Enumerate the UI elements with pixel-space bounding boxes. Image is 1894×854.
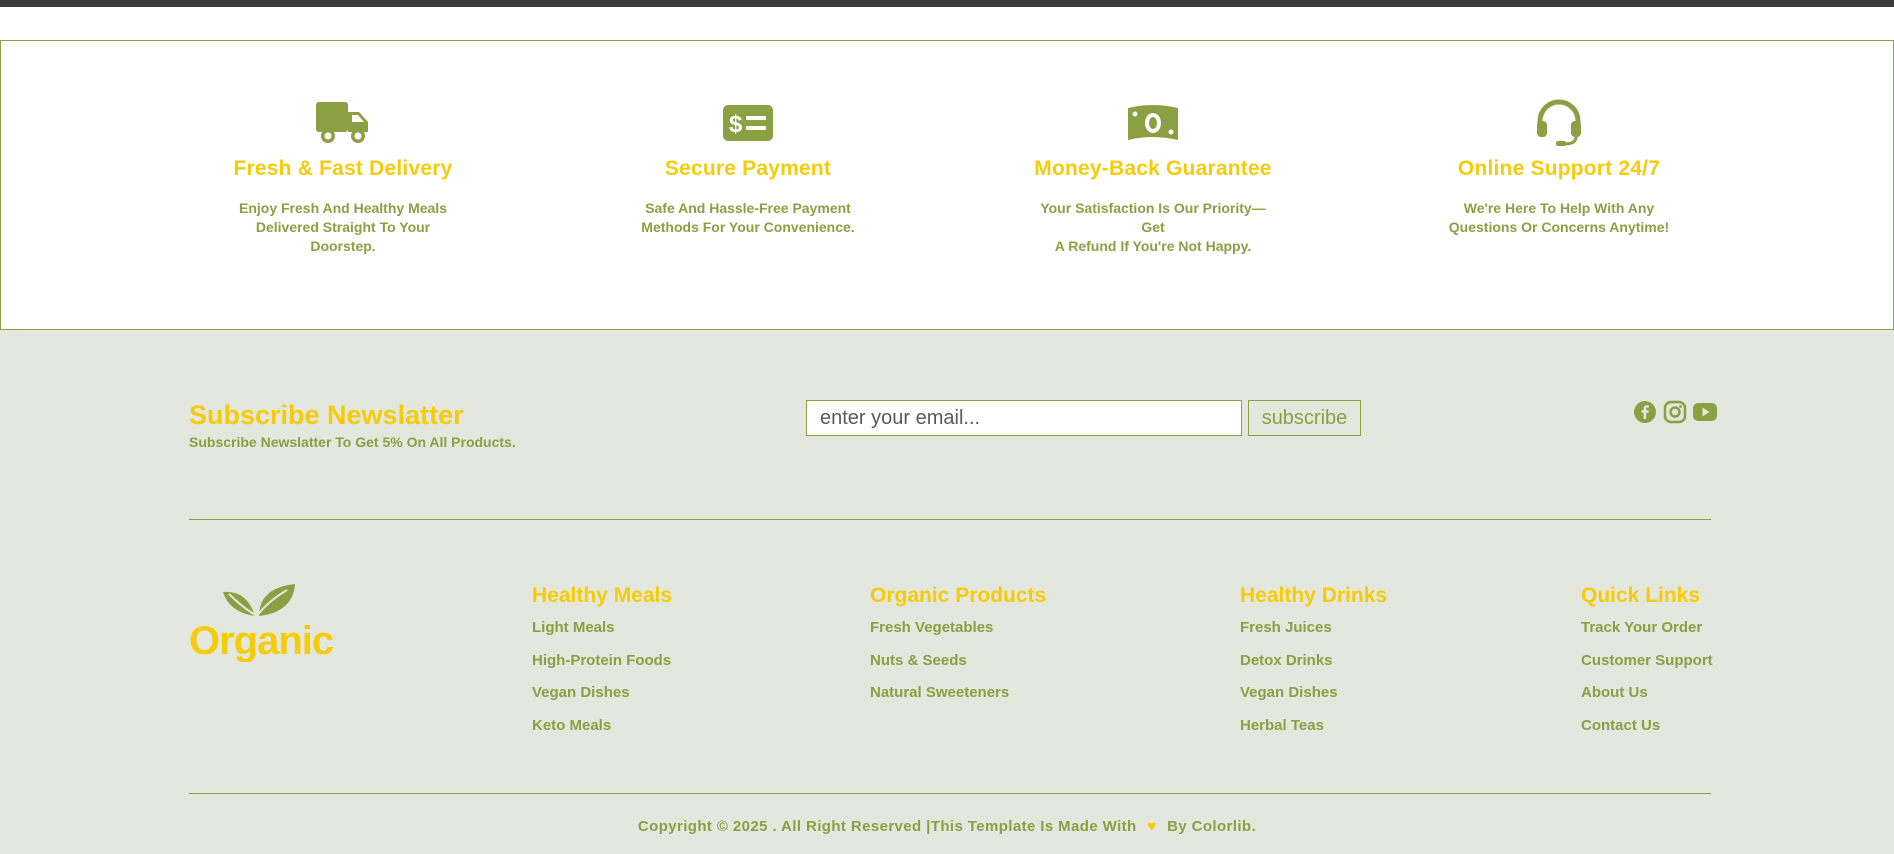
copyright-credit: By Colorlib.: [1167, 818, 1257, 835]
newsletter-title: Subscribe Newslatter: [189, 400, 464, 430]
headset-icon: [1399, 99, 1719, 147]
footer-link[interactable]: Contact Us: [1581, 715, 1713, 748]
footer-divider: [189, 519, 1711, 520]
feature-desc-line: Your Satisfaction Is Our Priority—Get: [1040, 200, 1266, 235]
footer-column-healthy-meals: Healthy Meals Light Meals High-Protein F…: [532, 584, 672, 747]
features-section: Fresh & Fast Delivery Enjoy Fresh And He…: [0, 40, 1894, 330]
footer-link[interactable]: Nuts & Seeds: [870, 650, 1046, 683]
payment-card-icon: $: [588, 99, 908, 147]
footer-link[interactable]: Keto Meals: [532, 715, 672, 748]
feature-title: Online Support 24/7: [1457, 157, 1661, 180]
footer-divider: [189, 793, 1711, 794]
email-input[interactable]: [806, 400, 1242, 436]
feature-title: Fresh & Fast Delivery: [233, 157, 453, 180]
footer-column-organic-products: Organic Products Fresh Vegetables Nuts &…: [870, 584, 1046, 715]
social-links: [1632, 399, 1718, 425]
column-title: Organic Products: [870, 584, 1047, 607]
feature-desc-line: Enjoy Fresh And Healthy Meals: [239, 200, 447, 216]
subscribe-button[interactable]: subscribe: [1248, 400, 1361, 436]
footer-link[interactable]: High-Protein Foods: [532, 650, 672, 683]
footer-link[interactable]: Detox Drinks: [1240, 650, 1387, 683]
footer-link[interactable]: Light Meals: [532, 617, 672, 650]
feature-desc-line: Methods For Your Convenience.: [641, 219, 855, 235]
truck-icon: [183, 99, 503, 147]
feature-description: Safe And Hassle-Free Payment Methods For…: [588, 199, 908, 237]
instagram-icon[interactable]: [1662, 399, 1688, 425]
column-title: Healthy Drinks: [1240, 584, 1388, 607]
feature-title: Money-Back Guarantee: [1034, 157, 1272, 180]
column-title: Healthy Meals: [532, 584, 673, 607]
footer-link[interactable]: Customer Support: [1581, 650, 1713, 683]
heart-icon: ♥: [1147, 818, 1157, 835]
youtube-icon[interactable]: [1692, 399, 1718, 425]
feature-support: Online Support 24/7 We're Here To Help W…: [1399, 99, 1719, 237]
feature-desc-line: Questions Or Concerns Anytime!: [1448, 219, 1670, 235]
top-bar: [0, 0, 1894, 7]
column-title: Quick Links: [1581, 584, 1701, 607]
footer-link[interactable]: About Us: [1581, 682, 1713, 715]
copyright: Copyright © 2025 . All Right Reserved |T…: [0, 818, 1894, 835]
footer-column-quick-links: Quick Links Track Your Order Customer Su…: [1581, 584, 1713, 747]
footer: Subscribe Newslatter Subscribe Newslatte…: [0, 330, 1894, 854]
footer-link[interactable]: Vegan Dishes: [1240, 682, 1387, 715]
feature-desc-line: Safe And Hassle-Free Payment: [645, 200, 851, 216]
feature-desc-line: A Refund If You're Not Happy.: [1054, 238, 1252, 254]
feature-description: We're Here To Help With Any Questions Or…: [1399, 199, 1719, 237]
footer-link[interactable]: Herbal Teas: [1240, 715, 1387, 748]
copyright-text: Copyright © 2025 . All Right Reserved |T…: [637, 818, 1137, 835]
feature-description: Enjoy Fresh And Healthy Meals Delivered …: [183, 199, 503, 256]
feature-title: Secure Payment: [664, 157, 832, 180]
organic-logo[interactable]: Organic: [189, 582, 339, 663]
footer-link[interactable]: Fresh Juices: [1240, 617, 1387, 650]
facebook-icon[interactable]: [1632, 399, 1658, 425]
feature-payment: $ Secure Payment Safe And Hassle-Free Pa…: [588, 99, 908, 237]
feature-desc-line: Delivered Straight To Your Doorstep.: [255, 219, 431, 254]
svg-text:$: $: [729, 111, 743, 138]
footer-column-healthy-drinks: Healthy Drinks Fresh Juices Detox Drinks…: [1240, 584, 1387, 747]
money-bill-icon: [993, 99, 1313, 147]
feature-money-back: Money-Back Guarantee Your Satisfaction I…: [993, 99, 1313, 256]
footer-link[interactable]: Track Your Order: [1581, 617, 1713, 650]
feature-desc-line: We're Here To Help With Any: [1463, 200, 1655, 216]
feature-delivery: Fresh & Fast Delivery Enjoy Fresh And He…: [183, 99, 503, 256]
footer-link[interactable]: Vegan Dishes: [532, 682, 672, 715]
footer-link[interactable]: Fresh Vegetables: [870, 617, 1046, 650]
logo-text: Organic: [189, 619, 334, 662]
newsletter-subtitle: Subscribe Newslatter To Get 5% On All Pr…: [189, 434, 516, 450]
feature-description: Your Satisfaction Is Our Priority—Get A …: [993, 199, 1313, 256]
footer-link[interactable]: Natural Sweeteners: [870, 682, 1046, 715]
